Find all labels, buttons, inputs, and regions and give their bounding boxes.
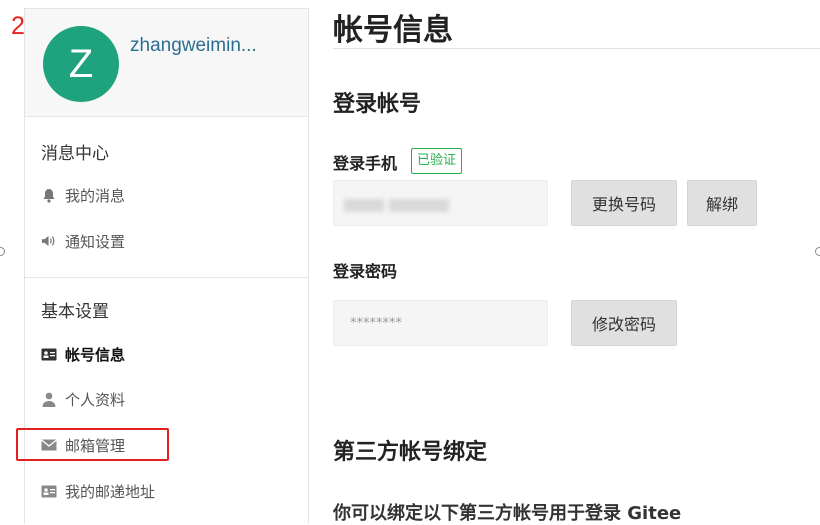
masked-phone-part bbox=[389, 199, 449, 212]
user-icon bbox=[41, 391, 57, 407]
main-content: 帐号信息 登录帐号 登录手机 已验证 更换号码 解绑 登录密码 ********… bbox=[333, 0, 820, 524]
password-field: ******** bbox=[333, 300, 548, 346]
page-title: 帐号信息 bbox=[333, 13, 453, 48]
verified-badge: 已验证 bbox=[411, 148, 463, 174]
title-divider bbox=[333, 48, 820, 49]
unbind-button[interactable]: 解绑 bbox=[687, 180, 757, 226]
messages-section-title: 消息中心 bbox=[41, 144, 109, 164]
login-password-label: 登录密码 bbox=[333, 262, 398, 281]
sidebar-item-account-info[interactable]: 帐号信息 bbox=[41, 340, 125, 368]
sidebar-item-label: 帐号信息 bbox=[65, 345, 126, 364]
sidebar-item-label: 我的邮递地址 bbox=[65, 482, 156, 501]
sidebar-item-personal-profile[interactable]: 个人资料 bbox=[41, 385, 125, 413]
sidebar-item-mailing-address[interactable]: 我的邮递地址 bbox=[41, 477, 155, 505]
login-account-heading: 登录帐号 bbox=[333, 92, 422, 117]
third-party-description: 你可以绑定以下第三方帐号用于登录 Gitee bbox=[333, 503, 682, 524]
address-card-icon bbox=[41, 483, 57, 499]
avatar[interactable]: Z bbox=[43, 26, 119, 102]
bell-icon bbox=[41, 187, 57, 203]
profile-card: Z zhangweimin... bbox=[25, 9, 308, 117]
third-party-heading: 第三方帐号绑定 bbox=[333, 440, 488, 465]
sidebar-item-my-messages[interactable]: 我的消息 bbox=[41, 181, 125, 209]
change-password-button[interactable]: 修改密码 bbox=[571, 300, 677, 346]
phone-number-field bbox=[333, 180, 548, 226]
masked-phone-part bbox=[344, 199, 384, 212]
sidebar-item-label: 通知设置 bbox=[65, 232, 126, 251]
sidebar-item-label: 个人资料 bbox=[65, 390, 126, 409]
resize-handle-left[interactable] bbox=[0, 247, 5, 256]
username-link[interactable]: zhangweimin... bbox=[130, 35, 257, 57]
annotation-highlight-box bbox=[16, 428, 169, 461]
login-phone-label: 登录手机 bbox=[333, 154, 398, 173]
settings-section-title: 基本设置 bbox=[41, 302, 109, 322]
sidebar-item-notification-settings[interactable]: 通知设置 bbox=[41, 227, 125, 255]
change-number-button[interactable]: 更换号码 bbox=[571, 180, 677, 226]
step-number: 2 bbox=[11, 12, 25, 40]
sidebar-divider bbox=[25, 277, 308, 278]
sidebar-item-label: 我的消息 bbox=[65, 186, 126, 205]
id-card-icon bbox=[41, 346, 57, 362]
speaker-icon bbox=[41, 233, 57, 249]
